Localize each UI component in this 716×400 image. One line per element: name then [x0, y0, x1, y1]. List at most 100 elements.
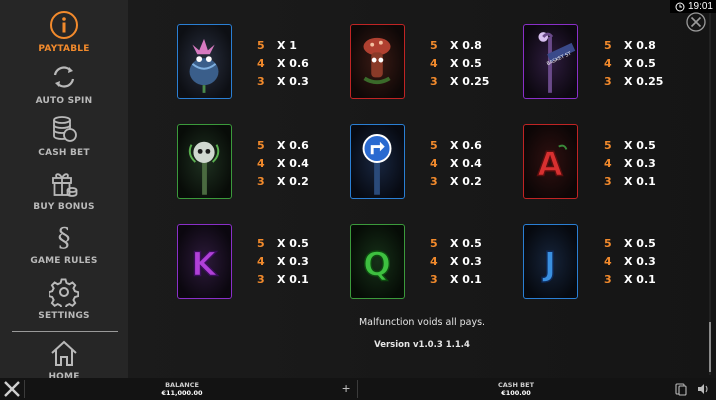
menu-item-buy-bonus[interactable]: BUY BONUS — [0, 166, 128, 212]
pay-row: 3 X 0.25 — [430, 72, 510, 90]
symbol-arrow-sign — [350, 124, 405, 199]
pay-count: 5 — [430, 236, 438, 250]
pay-row: 4 X 0.4 — [430, 154, 510, 172]
pay-list-skull-staff: 5 X 0.6 4 X 0.4 3 X 0.2 — [257, 136, 337, 190]
pay-multiplier: X 0.3 — [277, 254, 309, 268]
add-funds-button[interactable]: + — [342, 381, 350, 395]
menu-label: BUY BONUS — [33, 202, 95, 212]
pay-multiplier: X 0.2 — [450, 174, 482, 188]
pay-row: 4 X 0.5 — [430, 54, 510, 72]
pay-count: 5 — [604, 236, 612, 250]
pay-row: 4 X 0.3 — [604, 252, 684, 270]
pay-row: 5 X 0.5 — [604, 234, 684, 252]
pay-count: 5 — [604, 38, 612, 52]
pay-count: 5 — [257, 138, 265, 152]
pay-row: 3 X 0.25 — [604, 72, 684, 90]
pay-row: 4 X 0.4 — [257, 154, 337, 172]
pay-row: 4 X 0.3 — [430, 252, 510, 270]
cash-bet-label: CASH BET — [497, 381, 534, 389]
sidebar-menu: PAYTABLE AUTO SPIN CASH BET BUY BONUS § … — [0, 0, 128, 382]
version-text: Version v1.0.3 1.1.4 — [374, 340, 470, 350]
pay-multiplier: X 0.3 — [624, 156, 656, 170]
exit-button[interactable] — [2, 379, 22, 399]
pay-count: 5 — [430, 138, 438, 152]
pay-multiplier: X 0.1 — [624, 174, 656, 188]
pay-row: 4 X 0.6 — [257, 54, 337, 72]
pay-count: 4 — [257, 156, 265, 170]
pay-multiplier: X 0.1 — [277, 272, 309, 286]
pay-count: 3 — [604, 272, 612, 286]
pay-multiplier: X 0.2 — [277, 174, 309, 188]
bottom-bar: BALANCE €11,000.00 + CASH BET €100.00 — [0, 378, 716, 400]
pay-row: 5 X 0.8 — [604, 36, 684, 54]
pay-multiplier: X 0.6 — [277, 56, 309, 70]
cash-bet-value: €100.00 — [501, 389, 531, 397]
balance-display: BALANCE €11,000.00 — [150, 381, 214, 397]
pay-count: 3 — [430, 272, 438, 286]
balance-label: BALANCE — [165, 381, 199, 389]
pay-count: 4 — [604, 56, 612, 70]
menu-label: AUTO SPIN — [35, 96, 93, 106]
pay-row: 3 X 0.1 — [604, 172, 684, 190]
pay-multiplier: X 0.4 — [277, 156, 309, 170]
close-button[interactable] — [686, 12, 706, 32]
cash-bet-display: CASH BET €100.00 — [484, 381, 548, 397]
pay-multiplier: X 0.3 — [450, 254, 482, 268]
menu-item-paytable[interactable]: PAYTABLE — [0, 8, 128, 54]
pay-count: 5 — [257, 236, 265, 250]
sound-icon[interactable] — [696, 382, 710, 396]
pay-row: 3 X 0.3 — [257, 72, 337, 90]
pay-list-letter-j: 5 X 0.5 4 X 0.3 3 X 0.1 — [604, 234, 684, 288]
balance-value: €11,000.00 — [161, 389, 203, 397]
pay-multiplier: X 0.4 — [450, 156, 482, 170]
pay-multiplier: X 0.5 — [277, 236, 309, 250]
pay-count: 4 — [604, 156, 612, 170]
coins-icon[interactable] — [674, 382, 688, 396]
pay-count: 5 — [257, 38, 265, 52]
pay-list-arrow-sign: 5 X 0.6 4 X 0.4 3 X 0.2 — [430, 136, 510, 190]
pay-count: 4 — [430, 254, 438, 268]
coins-icon — [47, 112, 81, 146]
pay-count: 5 — [430, 38, 438, 52]
pay-multiplier: X 0.1 — [450, 272, 482, 286]
pay-row: 4 X 0.5 — [604, 54, 684, 72]
pay-row: 3 X 0.2 — [430, 172, 510, 190]
pay-count: 3 — [257, 74, 265, 88]
scrollbar-thumb[interactable] — [709, 322, 711, 372]
pay-row: 5 X 0.5 — [257, 234, 337, 252]
pay-count: 5 — [604, 138, 612, 152]
gift-icon — [47, 166, 81, 200]
menu-label: PAYTABLE — [38, 44, 90, 54]
gear-icon — [47, 275, 81, 309]
pay-multiplier: X 0.5 — [624, 56, 656, 70]
symbol-letter: J — [542, 245, 556, 283]
clock-icon — [675, 2, 685, 11]
menu-item-settings[interactable]: SETTINGS — [0, 275, 128, 321]
pay-multiplier: X 0.8 — [624, 38, 656, 52]
menu-item-home[interactable]: HOME — [0, 336, 128, 382]
pay-multiplier: X 0.5 — [624, 138, 656, 152]
clock-time: 19:01 — [687, 1, 713, 12]
pay-count: 3 — [604, 174, 612, 188]
symbol-letter-j: J — [523, 224, 578, 299]
scrollbar-track[interactable] — [709, 10, 711, 375]
pay-row: 4 X 0.3 — [604, 154, 684, 172]
menu-label: CASH BET — [38, 148, 90, 158]
menu-item-game-rules[interactable]: § GAME RULES — [0, 220, 128, 266]
pay-multiplier: X 0.1 — [624, 272, 656, 286]
pay-list-letter-q: 5 X 0.5 4 X 0.3 3 X 0.1 — [430, 234, 510, 288]
svg-text:§: § — [58, 223, 71, 252]
pay-count: 3 — [257, 174, 265, 188]
pay-row: 3 X 0.2 — [257, 172, 337, 190]
menu-item-cash-bet[interactable]: CASH BET — [0, 112, 128, 158]
pay-row: 3 X 0.1 — [430, 270, 510, 288]
menu-item-auto-spin[interactable]: AUTO SPIN — [0, 60, 128, 106]
refresh-icon — [47, 60, 81, 94]
pay-multiplier: X 0.5 — [624, 236, 656, 250]
pay-row: 5 X 0.8 — [430, 36, 510, 54]
pay-multiplier: X 0.25 — [450, 74, 490, 88]
pay-multiplier: X 0.5 — [450, 56, 482, 70]
pay-multiplier: X 1 — [277, 38, 297, 52]
pay-count: 3 — [257, 272, 265, 286]
symbol-street-sign: BASKET ST — [523, 24, 578, 99]
